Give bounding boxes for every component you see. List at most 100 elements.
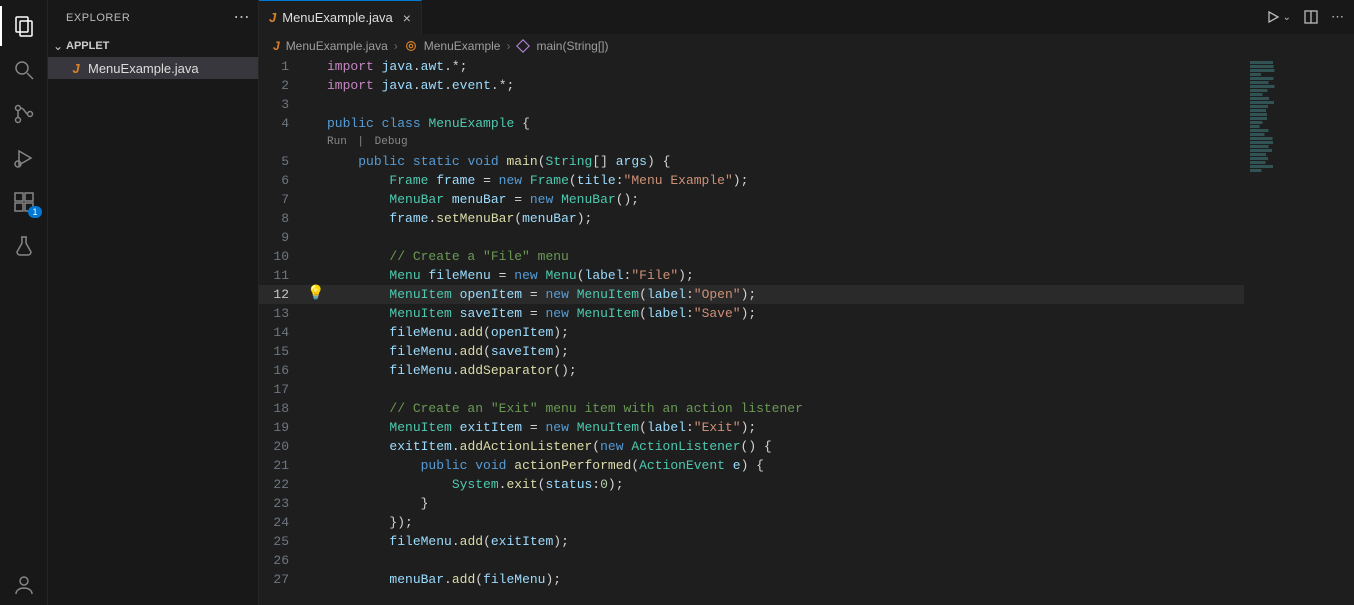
activity-testing-icon[interactable] [0,226,48,266]
file-tree-item[interactable]: J MenuExample.java [48,57,258,79]
lightbulb-icon[interactable]: 💡 [307,285,324,304]
activity-debug-icon[interactable] [0,138,48,178]
code-content[interactable]: Frame frame = new Frame(title:"Menu Exam… [327,171,1354,190]
code-line[interactable]: 1 import java.awt.*; [259,57,1354,76]
code-content[interactable]: // Create an "Exit" menu item with an ac… [327,399,1354,418]
code-line[interactable]: 11 Menu fileMenu = new Menu(label:"File"… [259,266,1354,285]
codelens: Run | Debug [259,133,1354,152]
code-editor[interactable]: 1 import java.awt.*;2import java.awt.even… [259,57,1354,605]
code-line[interactable]: 10 // Create a "File" menu [259,247,1354,266]
line-number: 7 [259,190,305,209]
code-line[interactable]: 20 exitItem.addActionListener(new Action… [259,437,1354,456]
activity-extensions-icon[interactable]: 1 [0,182,48,222]
code-line[interactable]: 8 frame.setMenuBar(menuBar); [259,209,1354,228]
editor-tab[interactable]: J MenuExample.java × [259,0,422,34]
line-number: 19 [259,418,305,437]
tab-bar: J MenuExample.java × ⌄ ⋯ [259,0,1354,35]
code-content[interactable] [327,380,1354,399]
code-content[interactable]: }); [327,513,1354,532]
editor-actions: ⌄ ⋯ [1265,0,1354,34]
code-line[interactable]: 21 public void actionPerformed(ActionEve… [259,456,1354,475]
code-line[interactable]: 18 // Create an "Exit" menu item with an… [259,399,1354,418]
chevron-right-icon: › [394,39,398,53]
line-number: 6 [259,171,305,190]
activity-explorer-icon[interactable] [0,6,48,46]
code-line[interactable]: 27 menuBar.add(fileMenu); [259,570,1354,589]
code-content[interactable]: fileMenu.add(exitItem); [327,532,1354,551]
code-line[interactable]: 15 fileMenu.add(saveItem); [259,342,1354,361]
chevron-down-icon: ⌄ [50,39,66,53]
code-line[interactable]: 12💡 MenuItem openItem = new MenuItem(lab… [259,285,1354,304]
code-line[interactable]: 13 MenuItem saveItem = new MenuItem(labe… [259,304,1354,323]
line-number: 22 [259,475,305,494]
code-content[interactable]: public class MenuExample { [327,114,1354,133]
breadcrumb-file[interactable]: MenuExample.java [286,39,388,53]
line-number: 9 [259,228,305,247]
code-content[interactable]: Menu fileMenu = new Menu(label:"File"); [327,266,1354,285]
code-line[interactable]: 19 MenuItem exitItem = new MenuItem(labe… [259,418,1354,437]
code-line[interactable]: 26 [259,551,1354,570]
code-content[interactable]: MenuItem saveItem = new MenuItem(label:"… [327,304,1354,323]
code-line[interactable]: 16 fileMenu.addSeparator(); [259,361,1354,380]
close-icon[interactable]: × [403,10,411,26]
code-content[interactable]: MenuItem openItem = new MenuItem(label:"… [327,285,1354,304]
more-actions-icon[interactable]: ⋯ [1331,9,1344,25]
code-line[interactable]: 2import java.awt.event.*; [259,76,1354,95]
line-number: 5 [259,152,305,171]
code-content[interactable]: } [327,494,1354,513]
code-line[interactable]: 17 [259,380,1354,399]
split-editor-icon[interactable] [1303,9,1319,25]
breadcrumb[interactable]: J MenuExample.java › MenuExample › main(… [259,35,1354,57]
line-number: 16 [259,361,305,380]
code-line[interactable]: 5 public static void main(String[] args)… [259,152,1354,171]
activity-bar: 1 [0,0,48,605]
sidebar-folder[interactable]: ⌄ APPLET [48,35,258,57]
run-button[interactable]: ⌄ [1265,9,1291,25]
code-line[interactable]: 7 MenuBar menuBar = new MenuBar(); [259,190,1354,209]
tab-label: MenuExample.java [282,10,393,25]
code-line[interactable]: 9 [259,228,1354,247]
code-content[interactable]: System.exit(status:0); [327,475,1354,494]
code-line[interactable]: 25 fileMenu.add(exitItem); [259,532,1354,551]
line-number: 8 [259,209,305,228]
breadcrumb-method[interactable]: main(String[]) [536,39,608,53]
code-line[interactable]: 24 }); [259,513,1354,532]
codelens-debug[interactable]: Debug [375,133,408,152]
line-number: 27 [259,570,305,589]
code-content[interactable]: // Create a "File" menu [327,247,1354,266]
java-file-icon: J [269,10,276,25]
activity-search-icon[interactable] [0,50,48,90]
code-content[interactable]: fileMenu.add(saveItem); [327,342,1354,361]
method-icon [516,39,530,53]
line-number: 4 [259,114,305,133]
code-content[interactable]: MenuBar menuBar = new MenuBar(); [327,190,1354,209]
code-line[interactable]: 4 public class MenuExample { [259,114,1354,133]
breadcrumb-class[interactable]: MenuExample [424,39,501,53]
activity-scm-icon[interactable] [0,94,48,134]
code-content[interactable] [327,228,1354,247]
code-content[interactable]: frame.setMenuBar(menuBar); [327,209,1354,228]
line-number: 1 [259,57,305,76]
sidebar-more-icon[interactable]: ⋯ [233,10,250,26]
activity-account-icon[interactable] [0,565,48,605]
line-number: 10 [259,247,305,266]
code-content[interactable]: MenuItem exitItem = new MenuItem(label:"… [327,418,1354,437]
code-line[interactable]: 3 [259,95,1354,114]
code-content[interactable]: import java.awt.event.*; [327,76,1354,95]
code-line[interactable]: 14 fileMenu.add(openItem); [259,323,1354,342]
code-line[interactable]: 6 Frame frame = new Frame(title:"Menu Ex… [259,171,1354,190]
code-content[interactable] [327,551,1354,570]
editor-area: J MenuExample.java × ⌄ ⋯ J MenuExample.j… [259,0,1354,605]
code-content[interactable]: public void actionPerformed(ActionEvent … [327,456,1354,475]
code-content[interactable]: public static void main(String[] args) { [327,152,1354,171]
code-content[interactable]: exitItem.addActionListener(new ActionLis… [327,437,1354,456]
line-number: 17 [259,380,305,399]
code-line[interactable]: 23 } [259,494,1354,513]
codelens-run[interactable]: Run [327,133,347,152]
code-content[interactable]: fileMenu.addSeparator(); [327,361,1354,380]
code-content[interactable]: menuBar.add(fileMenu); [327,570,1354,589]
code-content[interactable]: fileMenu.add(openItem); [327,323,1354,342]
code-content[interactable]: import java.awt.*; [327,57,1354,76]
code-line[interactable]: 22 System.exit(status:0); [259,475,1354,494]
code-content[interactable] [327,95,1354,114]
